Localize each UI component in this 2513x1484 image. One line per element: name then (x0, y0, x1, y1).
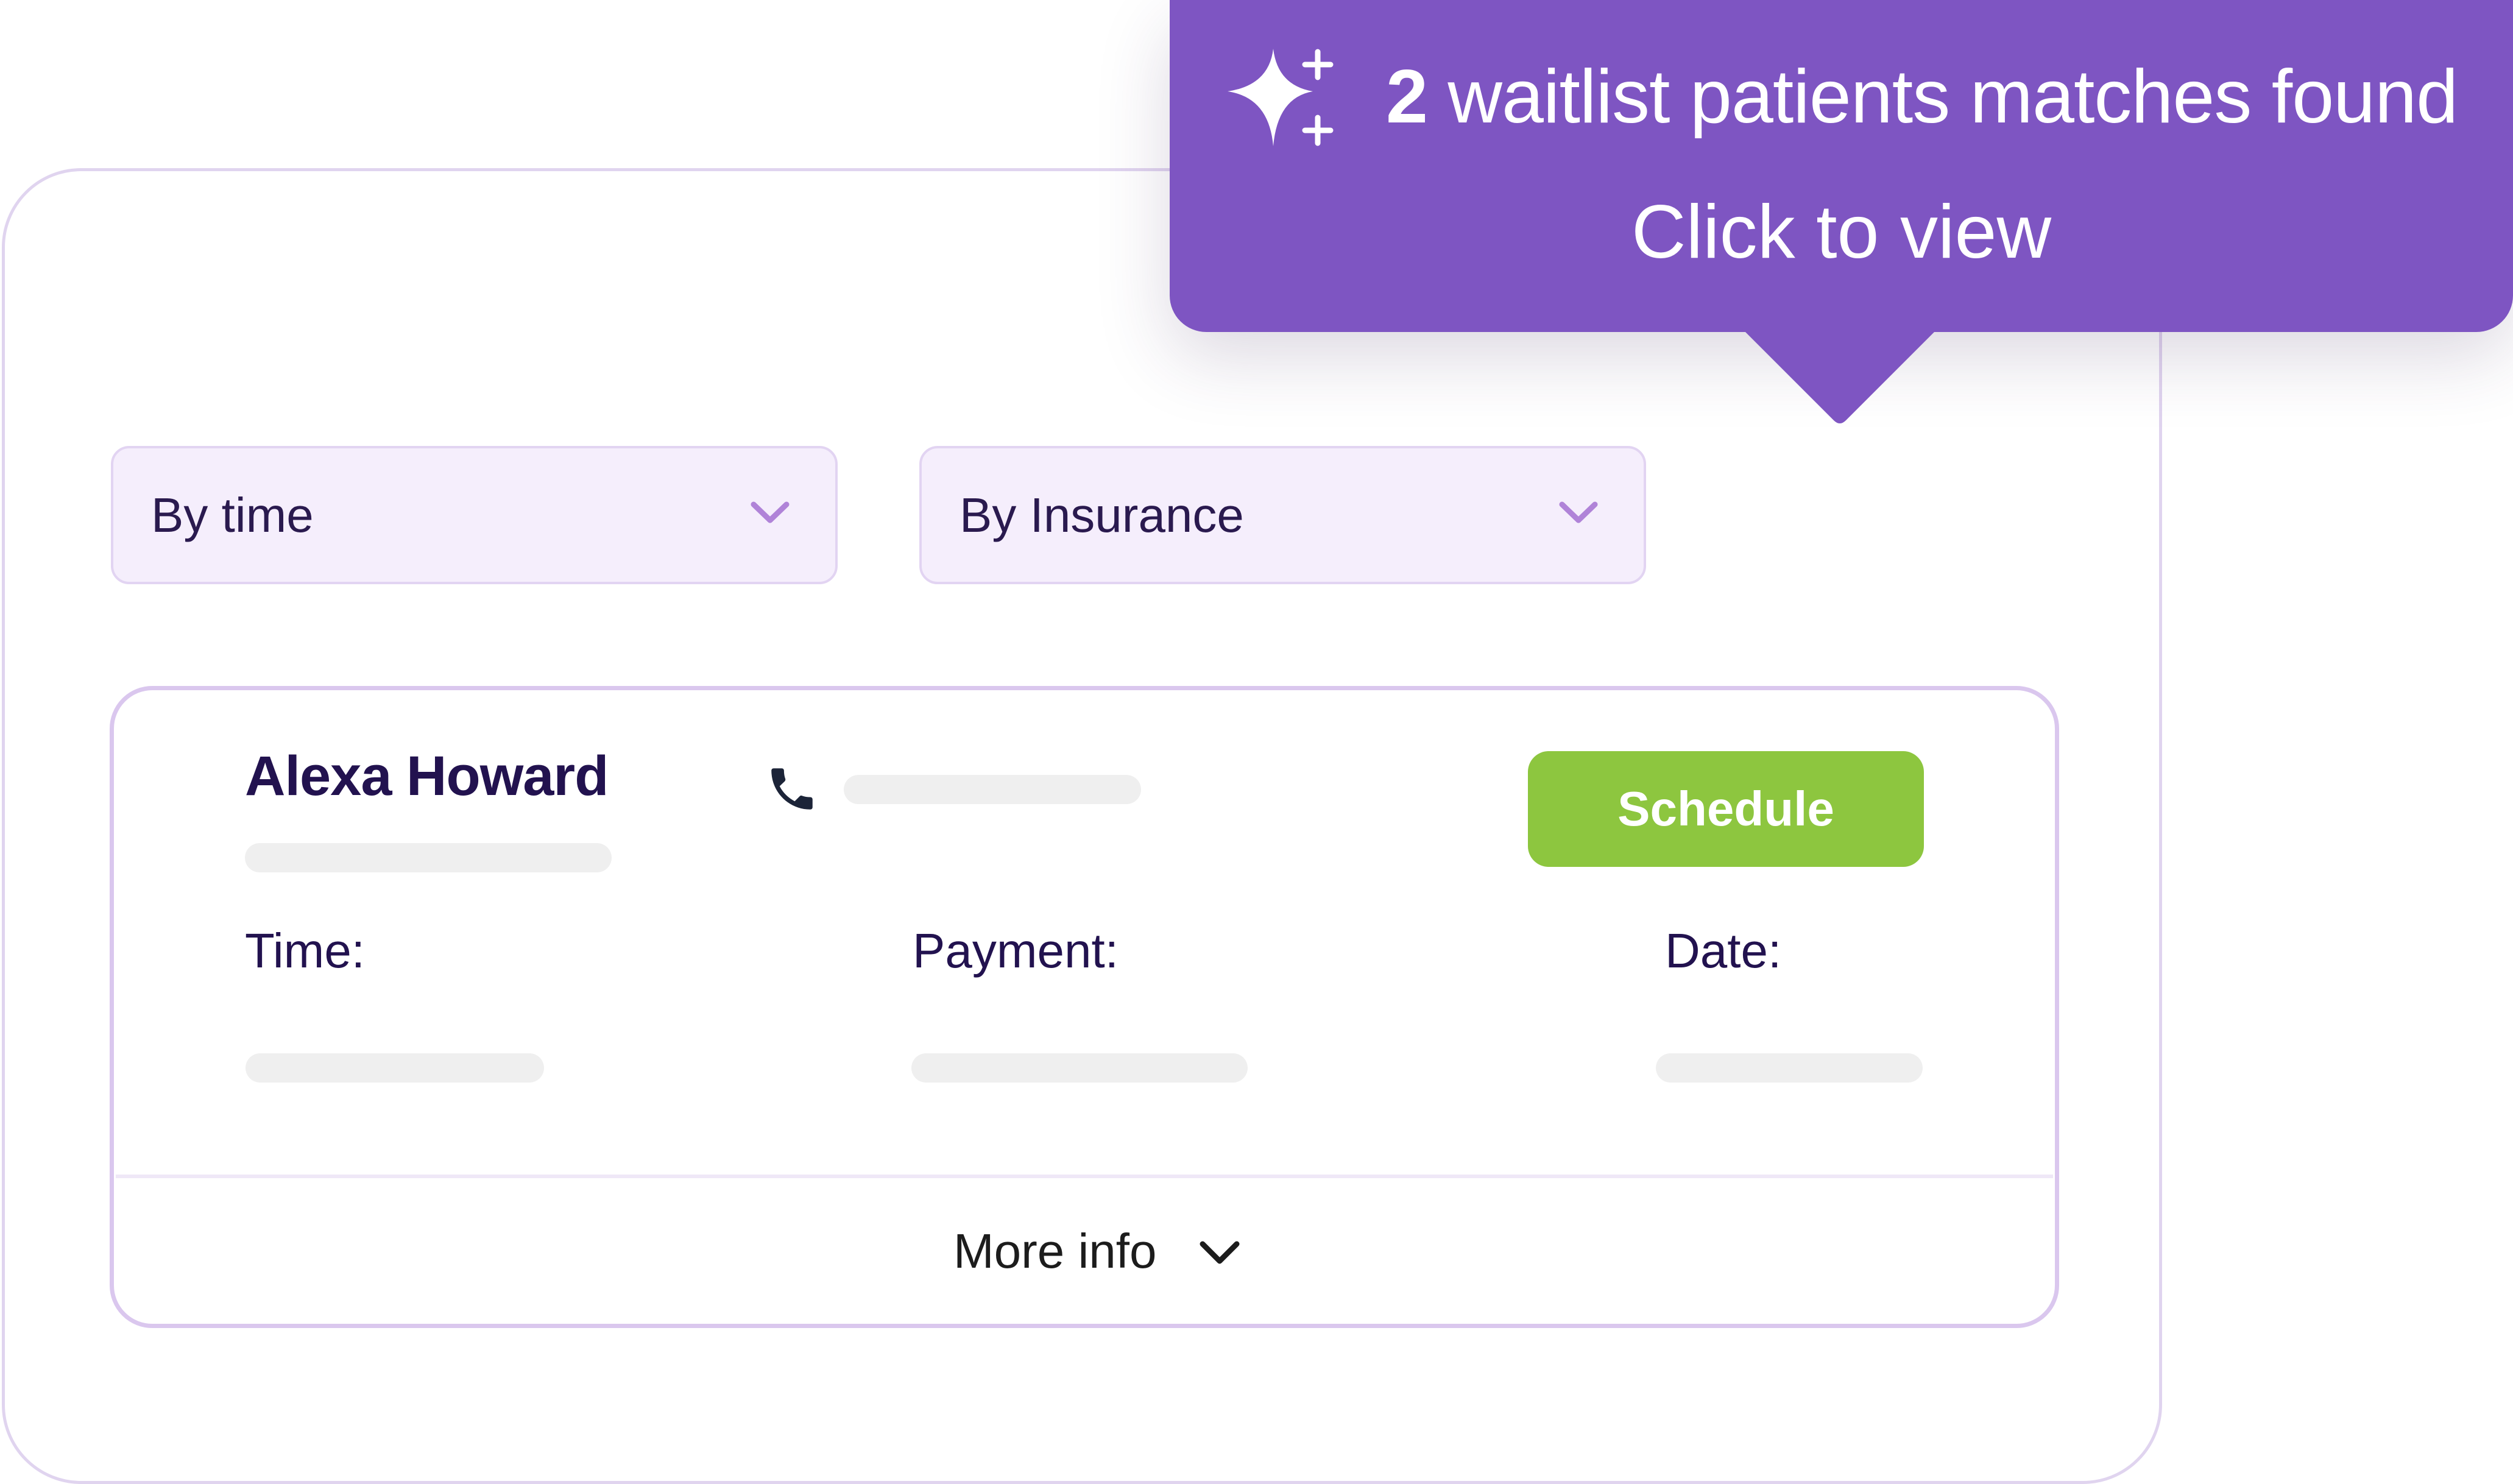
sparkle-icon (1228, 49, 1334, 146)
date-label: Date: (1665, 924, 1782, 978)
waitlist-match-toast[interactable] (1170, 0, 2513, 332)
toast-pointer (1742, 329, 1937, 423)
filter-label: By time (151, 488, 314, 542)
filter-by-time-dropdown[interactable]: By time (111, 446, 838, 584)
card-divider (116, 1175, 2053, 1178)
date-value-placeholder (1656, 1053, 1923, 1083)
time-value-placeholder (246, 1053, 544, 1083)
chevron-down-icon (751, 501, 790, 523)
chevron-down-icon[interactable] (1198, 1239, 1242, 1267)
phone-number-placeholder (844, 775, 1141, 804)
payment-label: Payment: (913, 924, 1119, 978)
payment-value-placeholder (911, 1053, 1248, 1083)
chevron-down-icon (1559, 501, 1598, 523)
filter-label: By Insurance (960, 488, 1244, 542)
more-info-toggle[interactable]: More info (953, 1223, 1156, 1279)
toast-title[interactable]: 2 waitlist patients matches found (1386, 54, 2458, 140)
time-label: Time: (245, 924, 366, 978)
schedule-button[interactable]: Schedule (1528, 751, 1924, 867)
phone-icon[interactable] (765, 761, 819, 816)
match-count: 2 (1386, 55, 1428, 139)
name-subtitle-placeholder (245, 843, 612, 872)
filter-by-insurance-dropdown[interactable]: By Insurance (919, 446, 1646, 584)
toast-message: waitlist patients matches found (1427, 55, 2458, 139)
click-to-view-link[interactable]: Click to view (1170, 189, 2513, 275)
patient-name: Alexa Howard (245, 745, 609, 807)
